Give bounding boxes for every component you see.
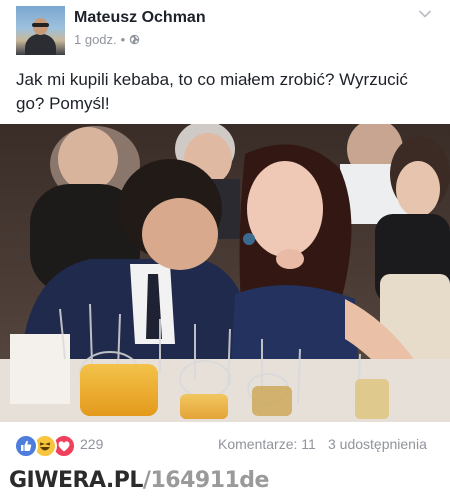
post-text: Jak mi kupili kebaba, to co miałem zrobi…	[16, 70, 408, 113]
like-icon[interactable]	[14, 434, 38, 458]
watermark-site: GIWERA.PL	[9, 468, 143, 493]
shares-count[interactable]: 3 udostępnienia	[328, 436, 427, 452]
author-name[interactable]: Mateusz Ochman	[74, 9, 206, 27]
watermark-id: /164911de	[142, 468, 270, 493]
avatar-torso	[25, 34, 56, 55]
reactions-bar: 229 Komentarze: 11 3 udostępnienia	[0, 424, 450, 464]
post-header: Mateusz Ochman 1 godz. •	[0, 0, 450, 62]
globe-icon[interactable]	[129, 34, 140, 45]
author-avatar[interactable]	[16, 6, 65, 55]
photo-illustration	[0, 124, 450, 422]
avatar-glasses	[32, 23, 49, 27]
meta-separator: •	[120, 32, 126, 47]
watermark-bar: GIWERA.PL/164911de	[0, 464, 450, 498]
post-photo[interactable]	[0, 124, 450, 422]
post-time[interactable]: 1 godz.	[74, 32, 117, 47]
comments-count[interactable]: Komentarze: 11	[218, 436, 316, 452]
post-meta: 1 godz. •	[74, 32, 140, 47]
chevron-down-icon[interactable]	[418, 9, 432, 19]
reaction-count[interactable]: 229	[80, 436, 103, 452]
watermark: GIWERA.PL/164911de	[9, 468, 269, 493]
